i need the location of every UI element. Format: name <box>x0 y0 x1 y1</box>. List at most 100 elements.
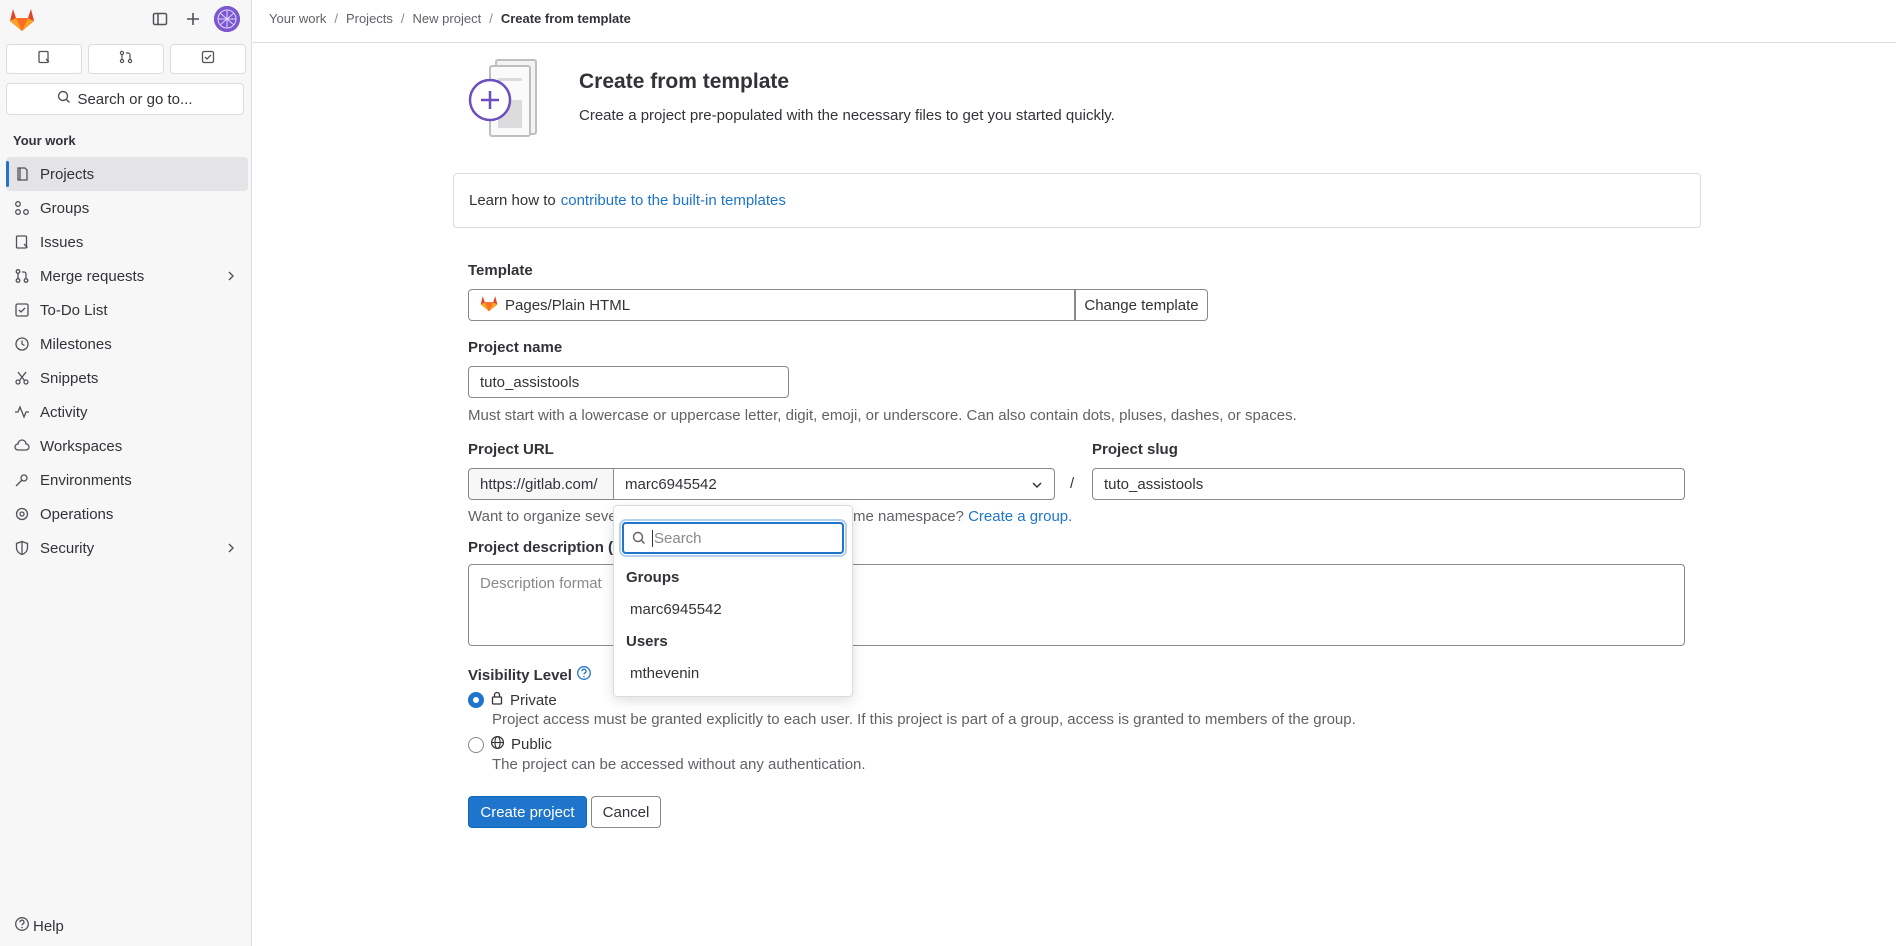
project-description-label: Project description (o <box>468 539 623 556</box>
visibility-private-option[interactable]: Private <box>468 691 557 709</box>
sidebar: Search or go to... Your work Projects Gr… <box>0 0 252 946</box>
dropdown-item-group[interactable]: marc6945542 <box>630 601 722 618</box>
sidebar-item-label: Issues <box>40 233 84 251</box>
template-value: Pages/Plain HTML <box>505 296 631 314</box>
issues-counter-button[interactable] <box>6 44 82 74</box>
url-separator: / <box>1070 475 1075 492</box>
project-url-prefix: https://gitlab.com/ <box>468 468 613 500</box>
question-circle-icon[interactable] <box>576 665 592 685</box>
chevron-right-icon <box>224 269 238 283</box>
todo-icon <box>14 302 30 318</box>
shield-icon <box>14 540 30 556</box>
public-radio[interactable] <box>468 736 484 753</box>
project-slug-value: tuto_assistools <box>1104 475 1204 493</box>
cloud-gear-icon <box>14 506 30 522</box>
cloud-terminal-icon <box>14 438 30 454</box>
sidebar-item-groups[interactable]: Groups <box>6 191 248 225</box>
help-button[interactable]: Help <box>14 916 64 936</box>
sidebar-item-label: Activity <box>40 403 88 421</box>
merge-requests-counter-button[interactable] <box>88 44 164 74</box>
page-subtitle: Create a project pre-populated with the … <box>579 107 1115 124</box>
sidebar-item-workspaces[interactable]: Workspaces <box>6 429 248 463</box>
private-radio[interactable] <box>468 692 484 708</box>
sidebar-counters <box>6 44 246 74</box>
project-slug-input[interactable]: tuto_assistools <box>1092 468 1685 500</box>
sidebar-item-label: Merge requests <box>40 267 145 285</box>
change-template-button[interactable]: Change template <box>1075 289 1208 321</box>
contribute-templates-link[interactable]: contribute to the built-in templates <box>561 192 786 209</box>
namespace-select[interactable]: marc6945542 <box>613 468 1055 500</box>
chevron-down-icon <box>1030 478 1044 492</box>
gitlab-tanuki-icon <box>479 294 499 316</box>
visibility-label-text: Visibility Level <box>468 666 572 684</box>
sidebar-top <box>0 0 252 40</box>
sidebar-item-label: Operations <box>40 505 114 523</box>
sidebar-item-environments[interactable]: Environments <box>6 463 248 497</box>
sidebar-item-projects[interactable]: Projects <box>6 157 248 191</box>
private-description: Project access must be granted explicitl… <box>492 711 1356 728</box>
sidebar-section-title: Your work <box>13 133 76 148</box>
breadcrumb-separator: / <box>489 11 493 26</box>
gitlab-logo-icon[interactable] <box>8 6 36 32</box>
sidebar-item-label: To-Do List <box>40 301 108 319</box>
todos-counter-button[interactable] <box>170 44 246 74</box>
scissors-icon <box>14 370 30 386</box>
project-icon <box>14 166 30 182</box>
issues-icon <box>14 234 30 250</box>
namespace-value: marc6945542 <box>625 475 717 493</box>
template-field: Pages/Plain HTML <box>468 289 1075 321</box>
info-text: Learn how to <box>469 192 556 209</box>
lock-icon <box>490 691 504 709</box>
sidebar-item-security[interactable]: Security <box>6 531 248 565</box>
plus-icon[interactable] <box>181 8 205 30</box>
sidebar-item-todo-list[interactable]: To-Do List <box>6 293 248 327</box>
avatar[interactable] <box>214 6 240 32</box>
cancel-button[interactable]: Cancel <box>591 796 661 828</box>
merge-request-icon <box>14 268 30 284</box>
sidebar-nav: Projects Groups Issues Merge requests To… <box>6 157 248 565</box>
project-url-help-end: me namespace? Create a group. <box>853 508 1072 525</box>
search-button[interactable]: Search or go to... <box>6 83 244 115</box>
project-url-help-start: Want to organize seve <box>468 508 617 525</box>
toggle-sidebar-icon[interactable] <box>148 8 172 30</box>
public-description: The project can be accessed without any … <box>492 756 866 773</box>
top-bar: Your work / Projects / New project / Cre… <box>253 0 1896 43</box>
dropdown-item-user[interactable]: mthevenin <box>630 665 699 682</box>
sidebar-item-merge-requests[interactable]: Merge requests <box>6 259 248 293</box>
namespace-search-input[interactable]: Search <box>622 522 844 554</box>
sidebar-item-activity[interactable]: Activity <box>6 395 248 429</box>
search-icon <box>632 531 646 545</box>
sidebar-item-issues[interactable]: Issues <box>6 225 248 259</box>
environment-icon <box>14 472 30 488</box>
search-icon <box>57 90 71 108</box>
sidebar-item-snippets[interactable]: Snippets <box>6 361 248 395</box>
sidebar-item-label: Snippets <box>40 369 99 387</box>
visibility-public-option[interactable]: Public <box>468 735 552 754</box>
sidebar-item-operations[interactable]: Operations <box>6 497 248 531</box>
globe-icon <box>490 735 505 754</box>
merge-request-icon <box>119 50 133 68</box>
breadcrumb-projects[interactable]: Projects <box>346 11 393 26</box>
chevron-right-icon <box>224 541 238 555</box>
sidebar-item-label: Projects <box>40 165 95 183</box>
dropdown-groups-header: Groups <box>626 569 680 586</box>
breadcrumb-separator: / <box>334 11 338 26</box>
sidebar-item-milestones[interactable]: Milestones <box>6 327 248 361</box>
clock-icon <box>14 336 30 352</box>
group-icon <box>14 200 30 216</box>
search-placeholder: Search <box>652 529 702 547</box>
create-group-link[interactable]: Create a group. <box>968 508 1072 525</box>
breadcrumb-your-work[interactable]: Your work <box>269 11 326 26</box>
breadcrumb-new-project[interactable]: New project <box>413 11 482 26</box>
create-project-button[interactable]: Create project <box>468 796 587 828</box>
private-label: Private <box>510 691 557 709</box>
issues-icon <box>37 50 51 68</box>
info-alert: Learn how to contribute to the built-in … <box>453 173 1701 228</box>
template-illustration-icon <box>468 58 554 140</box>
project-name-value: tuto_assistools <box>480 373 580 391</box>
sidebar-item-label: Milestones <box>40 335 112 353</box>
project-slug-label: Project slug <box>1092 441 1178 458</box>
sidebar-item-label: Workspaces <box>40 437 123 455</box>
breadcrumb-current[interactable]: Create from template <box>501 11 631 26</box>
project-name-input[interactable]: tuto_assistools <box>468 366 789 398</box>
